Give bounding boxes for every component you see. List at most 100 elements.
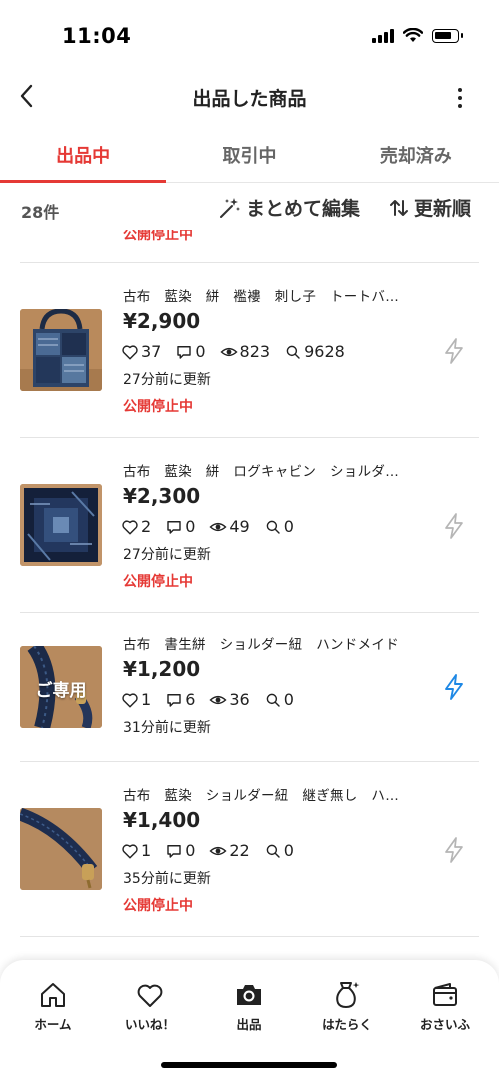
item-thumbnail[interactable]: [20, 808, 102, 890]
views-count: 49: [229, 517, 250, 536]
magic-wand-icon: [220, 197, 240, 218]
item-updated-time: 31分前に更新: [123, 720, 211, 736]
views-stat: 22: [209, 841, 250, 860]
bulk-edit-button[interactable]: まとめて編集: [218, 194, 360, 221]
nav-sell-label: 出品: [236, 1017, 262, 1032]
status-icons: [372, 28, 463, 43]
item-status: 公開停止中: [123, 898, 193, 914]
comment-icon: [167, 693, 181, 707]
more-dot-icon: [458, 96, 462, 100]
comments-count: 0: [185, 841, 196, 860]
nav-wallet[interactable]: おさいふ: [400, 980, 490, 1033]
search-icon: [266, 520, 280, 534]
views-count: 823: [239, 342, 271, 361]
item-price: ¥1,400: [123, 808, 201, 832]
item-status: 公開停止中: [123, 399, 193, 415]
nav-wallet-label: おさいふ: [419, 1017, 470, 1032]
status-time: 11:04: [62, 24, 132, 48]
item-count: 28件: [21, 203, 60, 222]
listing-item[interactable]: ご専用 古布 書生絣 ショルダー紐 ハンドメイド ¥1,200 1 6 36 0…: [0, 613, 499, 761]
listing-item[interactable]: 古布 藍染 絣 襤褸 刺し子 トートバ… ¥2,900 37 0 823 962…: [0, 263, 499, 437]
eye-icon: [209, 522, 227, 531]
heart-icon: [137, 984, 163, 1007]
money-bag-icon: [336, 982, 360, 1008]
comment-icon: [177, 345, 192, 359]
searches-count: 0: [283, 517, 294, 536]
item-price: ¥1,200: [123, 657, 201, 681]
item-stats: 1 0 22 0: [121, 841, 308, 860]
lightning-icon[interactable]: [441, 337, 467, 365]
heart-icon: [122, 519, 138, 534]
item-stats: 37 0 823 9628: [121, 342, 359, 361]
sort-button[interactable]: 更新順: [388, 194, 471, 221]
item-stats: 2 0 49 0: [121, 517, 308, 536]
battery-icon: [432, 28, 463, 43]
views-stat: 49: [209, 517, 250, 536]
partial-item-status: 公開停止中: [123, 230, 193, 243]
searches-stat: 9628: [284, 342, 345, 361]
listing-list: 公開停止中 古布 藍染 絣 襤褸 刺し子 トートバ… ¥2,900 37 0 8…: [0, 230, 499, 950]
wifi-icon: [403, 28, 423, 42]
searches-count: 0: [283, 841, 294, 860]
searches-stat: 0: [264, 517, 294, 536]
nav-sell[interactable]: 出品: [204, 980, 294, 1033]
item-updated-time: 35分前に更新: [123, 871, 211, 887]
comment-icon: [167, 844, 181, 858]
cellular-signal-icon: [372, 28, 394, 43]
item-title: 古布 藍染 絣 ログキャビン ショルダ…: [123, 464, 399, 480]
item-thumbnail[interactable]: [20, 309, 102, 391]
item-price: ¥2,900: [123, 309, 201, 333]
item-status: 公開停止中: [123, 574, 193, 590]
more-options-button[interactable]: [457, 88, 463, 108]
search-icon: [266, 693, 280, 707]
bulk-edit-label: まとめて編集: [246, 198, 361, 220]
navigation-bar: 出品した商品: [0, 72, 499, 122]
nav-likes[interactable]: いいね！: [105, 980, 195, 1033]
searches-stat: 0: [264, 690, 294, 709]
searches-count: 0: [283, 690, 294, 709]
listing-item[interactable]: 古布 藍染 ショルダー紐 継ぎ無し ハ… ¥1,400 1 0 22 0 35分…: [0, 762, 499, 936]
searches-stat: 0: [264, 841, 294, 860]
listing-item[interactable]: 古布 藍染 絣 ログキャビン ショルダ… ¥2,300 2 0 49 0 27分…: [0, 438, 499, 612]
home-icon: [41, 983, 65, 1007]
comments-stat: 0: [165, 841, 195, 860]
eye-icon: [219, 347, 238, 356]
listing-tabs: 出品中 取引中 売却済み: [0, 130, 499, 183]
nav-work[interactable]: はたらく: [302, 980, 392, 1033]
heart-icon: [122, 843, 138, 858]
eye-icon: [209, 695, 227, 704]
item-thumbnail[interactable]: [20, 484, 102, 566]
item-thumbnail[interactable]: ご専用: [20, 646, 102, 728]
views-stat: 36: [209, 690, 250, 709]
search-icon: [286, 345, 300, 359]
comments-count: 0: [185, 517, 196, 536]
likes-count: 1: [141, 841, 152, 860]
page-title: 出品した商品: [192, 88, 307, 110]
eye-icon: [209, 846, 227, 855]
lightning-icon[interactable]: [441, 512, 467, 540]
nav-home[interactable]: ホーム: [8, 980, 98, 1033]
item-updated-time: 27分前に更新: [123, 372, 211, 388]
views-count: 36: [229, 690, 250, 709]
tab-on-sale[interactable]: 出品中: [0, 130, 167, 183]
sort-label: 更新順: [414, 198, 472, 220]
tab-sold[interactable]: 売却済み: [333, 130, 499, 182]
lightning-icon[interactable]: [441, 836, 467, 864]
lightning-icon[interactable]: [441, 673, 467, 701]
divider: [20, 936, 479, 937]
item-title: 古布 書生絣 ショルダー紐 ハンドメイド: [123, 637, 399, 653]
likes-count: 2: [141, 517, 152, 536]
nav-work-label: はたらく: [322, 1017, 372, 1032]
tab-in-progress[interactable]: 取引中: [166, 130, 332, 182]
thumb-overlay-text: ご専用: [35, 681, 87, 701]
comment-icon: [167, 520, 181, 534]
summary-row: 28件 まとめて編集 更新順: [0, 190, 499, 228]
camera-icon: [237, 985, 261, 1005]
comments-stat: 0: [165, 517, 195, 536]
home-indicator[interactable]: [161, 1062, 337, 1068]
likes-stat: 1: [121, 690, 151, 709]
comments-stat: 6: [165, 690, 195, 709]
views-stat: 823: [219, 342, 271, 361]
searches-count: 9628: [304, 342, 345, 361]
wallet-icon: [433, 983, 457, 1006]
